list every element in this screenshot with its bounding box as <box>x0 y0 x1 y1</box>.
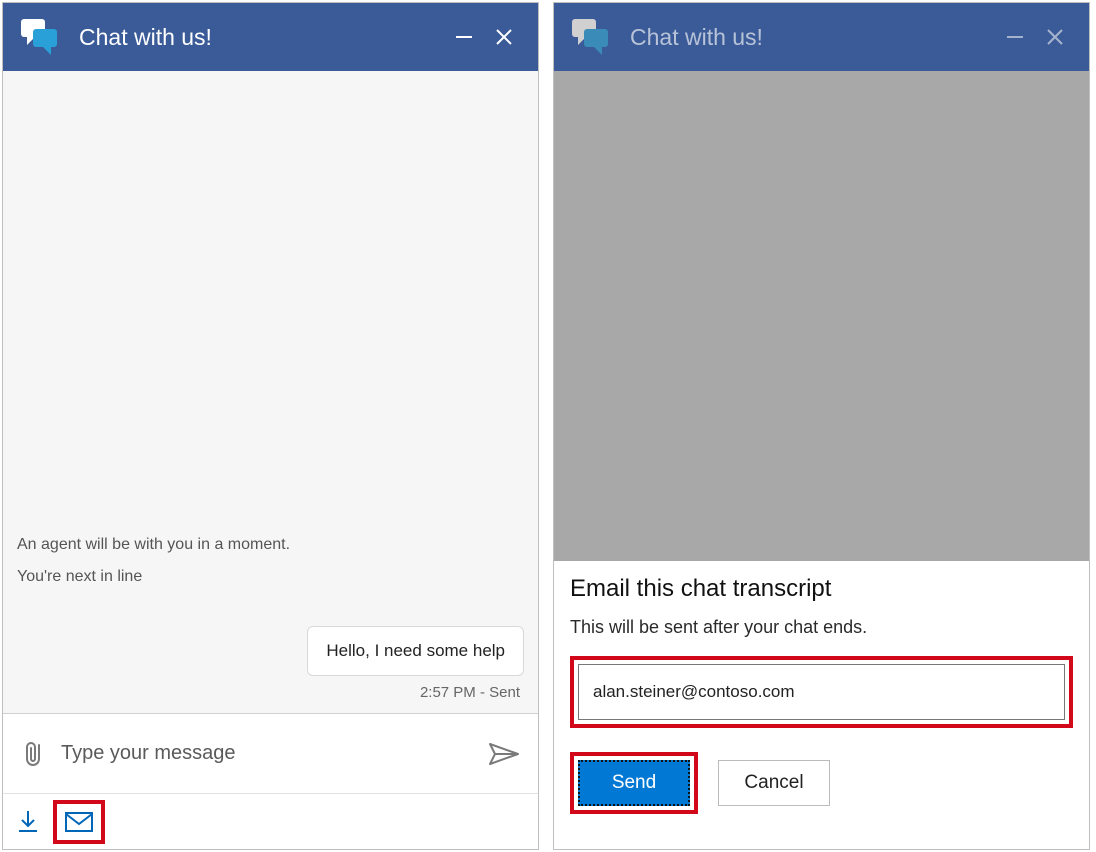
chat-header: Chat with us! <box>3 3 538 71</box>
chat-footer <box>3 793 538 849</box>
dialog-button-row: Send Cancel <box>570 752 1073 814</box>
attachment-icon[interactable] <box>21 739 47 769</box>
system-message: An agent will be with you in a moment. <box>17 536 524 554</box>
close-button[interactable] <box>1035 17 1075 57</box>
chat-bubbles-icon <box>17 15 61 59</box>
cancel-button[interactable]: Cancel <box>718 760 830 806</box>
email-transcript-dialog: Email this chat transcript This will be … <box>554 561 1089 849</box>
send-button[interactable]: Send <box>578 760 690 806</box>
email-transcript-icon[interactable] <box>65 802 93 842</box>
email-input[interactable] <box>578 664 1065 720</box>
minimize-button[interactable] <box>444 17 484 57</box>
email-input-highlight <box>570 656 1073 728</box>
chat-window-right: Chat with us! An agent will be with you … <box>553 2 1090 850</box>
send-button-highlight: Send <box>570 752 698 814</box>
chat-bubbles-icon <box>568 15 612 59</box>
user-message-bubble: Hello, I need some help <box>307 626 524 676</box>
chat-title: Chat with us! <box>79 24 444 51</box>
chat-title: Chat with us! <box>630 24 995 51</box>
email-dialog-subtitle: This will be sent after your chat ends. <box>570 617 1073 638</box>
message-input[interactable] <box>47 742 488 765</box>
chat-window-left: Chat with us! An agent will be with you … <box>2 2 539 850</box>
send-icon[interactable] <box>488 740 520 768</box>
close-button[interactable] <box>484 17 524 57</box>
user-message-row: Hello, I need some help <box>17 626 524 676</box>
chat-body: An agent will be with you in a moment. Y… <box>3 71 538 713</box>
download-transcript-icon[interactable] <box>17 802 39 842</box>
chat-header: Chat with us! <box>554 3 1089 71</box>
message-timestamp: 2:57 PM - Sent <box>17 684 524 701</box>
message-input-area <box>3 713 538 793</box>
system-message: You're next in line <box>17 568 524 586</box>
minimize-button[interactable] <box>995 17 1035 57</box>
email-dialog-title: Email this chat transcript <box>570 575 1073 603</box>
email-transcript-highlight <box>53 800 105 844</box>
